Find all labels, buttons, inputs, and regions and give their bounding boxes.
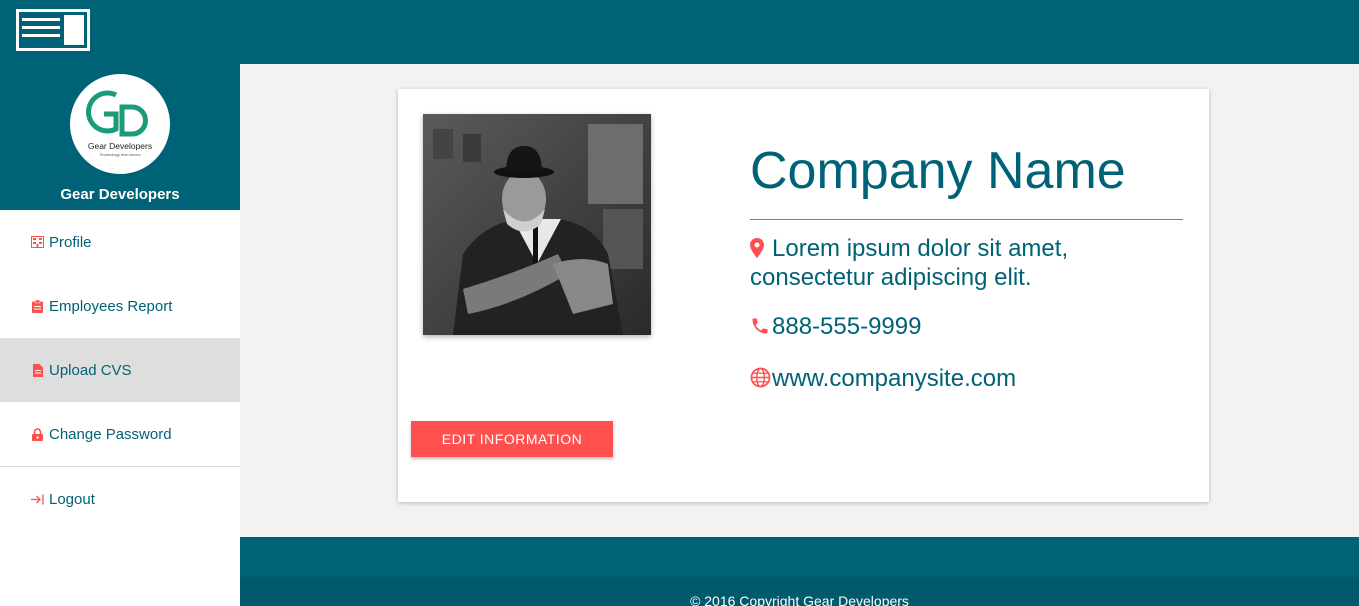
company-profile-card: EDIT INFORMATION Company Name Lorem ipsu… bbox=[398, 89, 1209, 502]
file-icon bbox=[31, 363, 44, 377]
sidebar-item-label: Upload CVS bbox=[49, 361, 132, 379]
company-address: Lorem ipsum dolor sit amet, consectetur … bbox=[750, 235, 1170, 291]
building-icon bbox=[31, 236, 44, 249]
top-bar bbox=[0, 0, 1359, 64]
brand-header: Gear Developers Technology that moves Ge… bbox=[0, 64, 240, 210]
company-name: Company Name bbox=[750, 142, 1126, 200]
clipboard-icon bbox=[31, 299, 44, 313]
company-website: www.companysite.com bbox=[750, 365, 1016, 394]
footer: © 2016 Copyright Gear Developers bbox=[240, 537, 1359, 606]
edit-information-button[interactable]: EDIT INFORMATION bbox=[411, 421, 613, 457]
sidebar-item-change-password[interactable]: Change Password bbox=[0, 402, 240, 466]
phone-icon bbox=[750, 313, 772, 342]
sidebar-item-label: Employees Report bbox=[49, 297, 173, 315]
sidebar-item-label: Logout bbox=[49, 490, 95, 508]
brand-name: Gear Developers bbox=[60, 186, 180, 203]
website-link[interactable]: www.companysite.com bbox=[772, 365, 1016, 392]
sidebar-item-employees-report[interactable]: Employees Report bbox=[0, 274, 240, 338]
sidebar-item-upload-cvs[interactable]: Upload CVS bbox=[0, 338, 240, 402]
address-line-1: Lorem ipsum dolor sit amet, bbox=[772, 235, 1069, 262]
sidebar-toggle-icon[interactable] bbox=[16, 9, 90, 51]
company-phone: 888-555-9999 bbox=[750, 313, 921, 342]
svg-text:Gear Developers: Gear Developers bbox=[88, 141, 152, 151]
copyright-text: © 2016 Copyright Gear Developers bbox=[690, 593, 909, 606]
phone-number: 888-555-9999 bbox=[772, 313, 922, 340]
sidebar-item-logout[interactable]: Logout bbox=[0, 467, 240, 531]
address-line-2: consectetur adipiscing elit. bbox=[750, 264, 1032, 291]
svg-text:Technology that moves: Technology that moves bbox=[100, 152, 141, 157]
globe-icon bbox=[750, 365, 772, 394]
location-pin-icon bbox=[750, 235, 772, 264]
divider bbox=[750, 219, 1183, 220]
profile-photo bbox=[423, 114, 651, 335]
company-logo: Gear Developers Technology that moves bbox=[70, 74, 170, 174]
sidebar: Gear Developers Technology that moves Ge… bbox=[0, 64, 240, 606]
lock-icon bbox=[31, 427, 44, 441]
sidebar-item-profile[interactable]: Profile bbox=[0, 210, 240, 274]
sidebar-item-label: Profile bbox=[49, 233, 92, 251]
logout-icon bbox=[31, 493, 44, 506]
sidebar-item-label: Change Password bbox=[49, 425, 172, 443]
